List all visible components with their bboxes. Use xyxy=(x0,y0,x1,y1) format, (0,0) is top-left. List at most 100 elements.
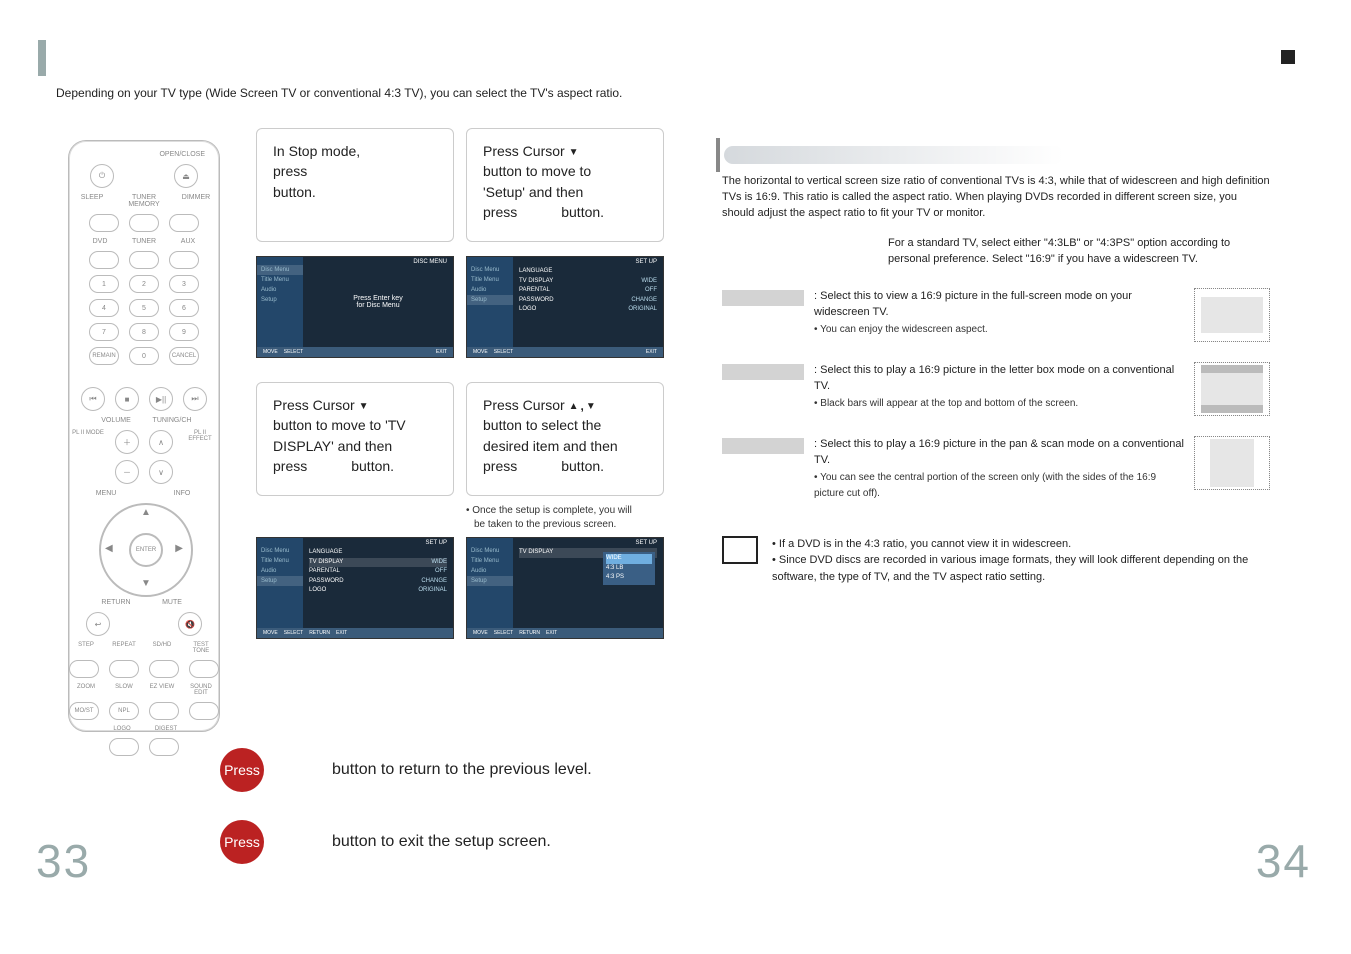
step-4-text: button to select the xyxy=(483,417,601,433)
step-4-text: desired item and then xyxy=(483,438,618,454)
screen-menu-v: WIDE xyxy=(431,558,447,568)
return-icon: ↩ xyxy=(86,612,110,636)
accent-bar xyxy=(716,138,720,172)
remote-tuning-label: TUNING/CH xyxy=(149,417,195,424)
remote-button xyxy=(109,738,139,756)
remote-num-button: 6 xyxy=(169,299,199,317)
remote-step-label: STEP xyxy=(72,642,100,654)
screen-side-item: Disc Menu xyxy=(257,546,303,556)
screen-side-item: Setup xyxy=(467,576,513,586)
remote-digest-label: DIGEST xyxy=(149,726,183,732)
screen-center-msg: for Disc Menu xyxy=(356,302,399,309)
screen-bottom: MOVE xyxy=(263,630,278,636)
option-swatch xyxy=(722,290,804,306)
option-panscan: : Select this to play a 16:9 picture in … xyxy=(722,436,1270,502)
screen-popup-item: 4:3 LB xyxy=(606,565,623,571)
screen-menu-v: OFF xyxy=(435,567,447,577)
option-sub: Black bars will appear at the top and bo… xyxy=(814,398,1078,409)
thumb-wide xyxy=(1194,288,1270,342)
remote-menu-label: MENU xyxy=(89,490,123,497)
explain-panel: The horizontal to vertical screen size r… xyxy=(690,128,1292,585)
step-3-card: Press Cursor ▼ button to move to 'TV DIS… xyxy=(256,382,454,496)
screen-step-4: SET UP Disc Menu Title Menu Audio Setup … xyxy=(466,537,664,639)
remote-button xyxy=(89,251,119,269)
screen-bottom: RETURN xyxy=(309,630,330,636)
arrow-down-icon: ▼ xyxy=(359,400,369,415)
remote-num-button: 8 xyxy=(129,323,159,341)
screen-step-3: SET UP Disc Menu Title Menu Audio Setup … xyxy=(256,537,454,639)
screen-side-item: Disc Menu xyxy=(467,546,513,556)
remote-pl2effect-label: PL II EFFECT xyxy=(183,430,217,454)
option-swatch xyxy=(722,438,804,454)
remote-most-button: MO/ST xyxy=(69,702,99,720)
screen-side-item: Title Menu xyxy=(257,556,303,566)
arrow-left-icon: ◀ xyxy=(105,543,113,554)
screen-side-item: Setup xyxy=(257,576,303,586)
header-marker-left xyxy=(38,40,46,76)
aspect-ratio-paragraph: The horizontal to vertical screen size r… xyxy=(690,174,1292,222)
screen-side-item: Setup xyxy=(467,295,513,305)
option-letterbox: : Select this to play a 16:9 picture in … xyxy=(722,362,1270,416)
remote-sounded-label: SOUND EDIT xyxy=(186,684,216,696)
screen-bottom: EXIT xyxy=(646,349,657,355)
option-sub: You can see the central portion of the s… xyxy=(814,472,1156,500)
bottom-line-2: button to exit the setup screen. xyxy=(332,833,551,850)
remote-num-button: 1 xyxy=(89,275,119,293)
press-badge: Press xyxy=(220,748,264,792)
step-1-text: button. xyxy=(273,184,316,200)
remote-remain-button: REMAIN xyxy=(89,347,119,365)
screen-menu-k: LOGO xyxy=(309,586,326,596)
remote-return-label: RETURN xyxy=(93,599,139,606)
vol-plus-icon: ＋ xyxy=(115,430,139,454)
step-2-text: 'Setup' and then xyxy=(483,184,583,200)
remote-tunermem-label: TUNER MEMORY xyxy=(119,194,169,208)
remote-num-button: 2 xyxy=(129,275,159,293)
note-block: If a DVD is in the 4:3 ratio, you cannot… xyxy=(722,536,1270,586)
step-1-card: In Stop mode, press button. xyxy=(256,128,454,242)
step-4-note: Once the setup is complete, you will be … xyxy=(460,504,664,531)
remote-open-close-label: OPEN/CLOSE xyxy=(69,151,219,158)
screen-menu-v: CHANGE xyxy=(631,296,657,306)
header-marker-right xyxy=(1281,50,1295,64)
intro-text: Depending on your TV type (Wide Screen T… xyxy=(56,86,622,100)
heading-shape xyxy=(724,146,1064,164)
step-4-text: press xyxy=(483,458,517,474)
page-number-right: 34 xyxy=(1256,834,1311,888)
step-4-note-text: Once the setup is complete, you will xyxy=(466,505,632,516)
page-number-left: 33 xyxy=(36,834,91,888)
remote-sdhd-label: SD/HD xyxy=(148,642,176,654)
remote-zoom-label: ZOOM xyxy=(72,684,100,696)
screen-menu-k: TV DISPLAY xyxy=(519,548,553,558)
bottom-instructions: Press button to return to the previous l… xyxy=(220,748,680,892)
screen-bottom: EXIT xyxy=(546,630,557,636)
remote-button xyxy=(149,660,179,678)
screen-side-item: Audio xyxy=(467,566,513,576)
note-icon xyxy=(722,536,758,564)
thumb-letterbox xyxy=(1194,362,1270,416)
note-line: Since DVD discs are recorded in various … xyxy=(772,552,1270,585)
screen-bottom: SELECT xyxy=(284,630,303,636)
remote-button xyxy=(169,251,199,269)
stop-icon: ■ xyxy=(115,387,139,411)
screen-menu-v: CHANGE xyxy=(421,577,447,587)
remote-sleep-label: SLEEP xyxy=(75,194,109,208)
option-sub: You can enjoy the widescreen aspect. xyxy=(814,324,988,335)
screen-menu-k: LANGUAGE xyxy=(309,548,342,558)
screen-step-2: SET UP Disc Menu Title Menu Audio Setup … xyxy=(466,256,664,358)
power-icon: ⏻ xyxy=(90,164,114,188)
aspect-ratio-hint: For a standard TV, select either "4:3LB"… xyxy=(888,236,1270,268)
screen-side-item: Disc Menu xyxy=(467,265,513,275)
remote-num-button: 5 xyxy=(129,299,159,317)
screen-bottom: MOVE xyxy=(473,349,488,355)
step-3-text: button to move to 'TV xyxy=(273,417,406,433)
press-badge: Press xyxy=(220,820,264,864)
option-desc: Select this to play a 16:9 picture in th… xyxy=(814,438,1184,467)
step-4-card: Press Cursor ▲,▼ button to select the de… xyxy=(466,382,664,496)
step-4-note-text: be taken to the previous screen. xyxy=(466,519,616,530)
screen-menu-k: LANGUAGE xyxy=(519,267,552,277)
screen-bottom: SELECT xyxy=(284,349,303,355)
remote-mute-label: MUTE xyxy=(149,599,195,606)
option-swatch xyxy=(722,364,804,380)
screen-side-item: Title Menu xyxy=(467,556,513,566)
remote-num-button: 4 xyxy=(89,299,119,317)
